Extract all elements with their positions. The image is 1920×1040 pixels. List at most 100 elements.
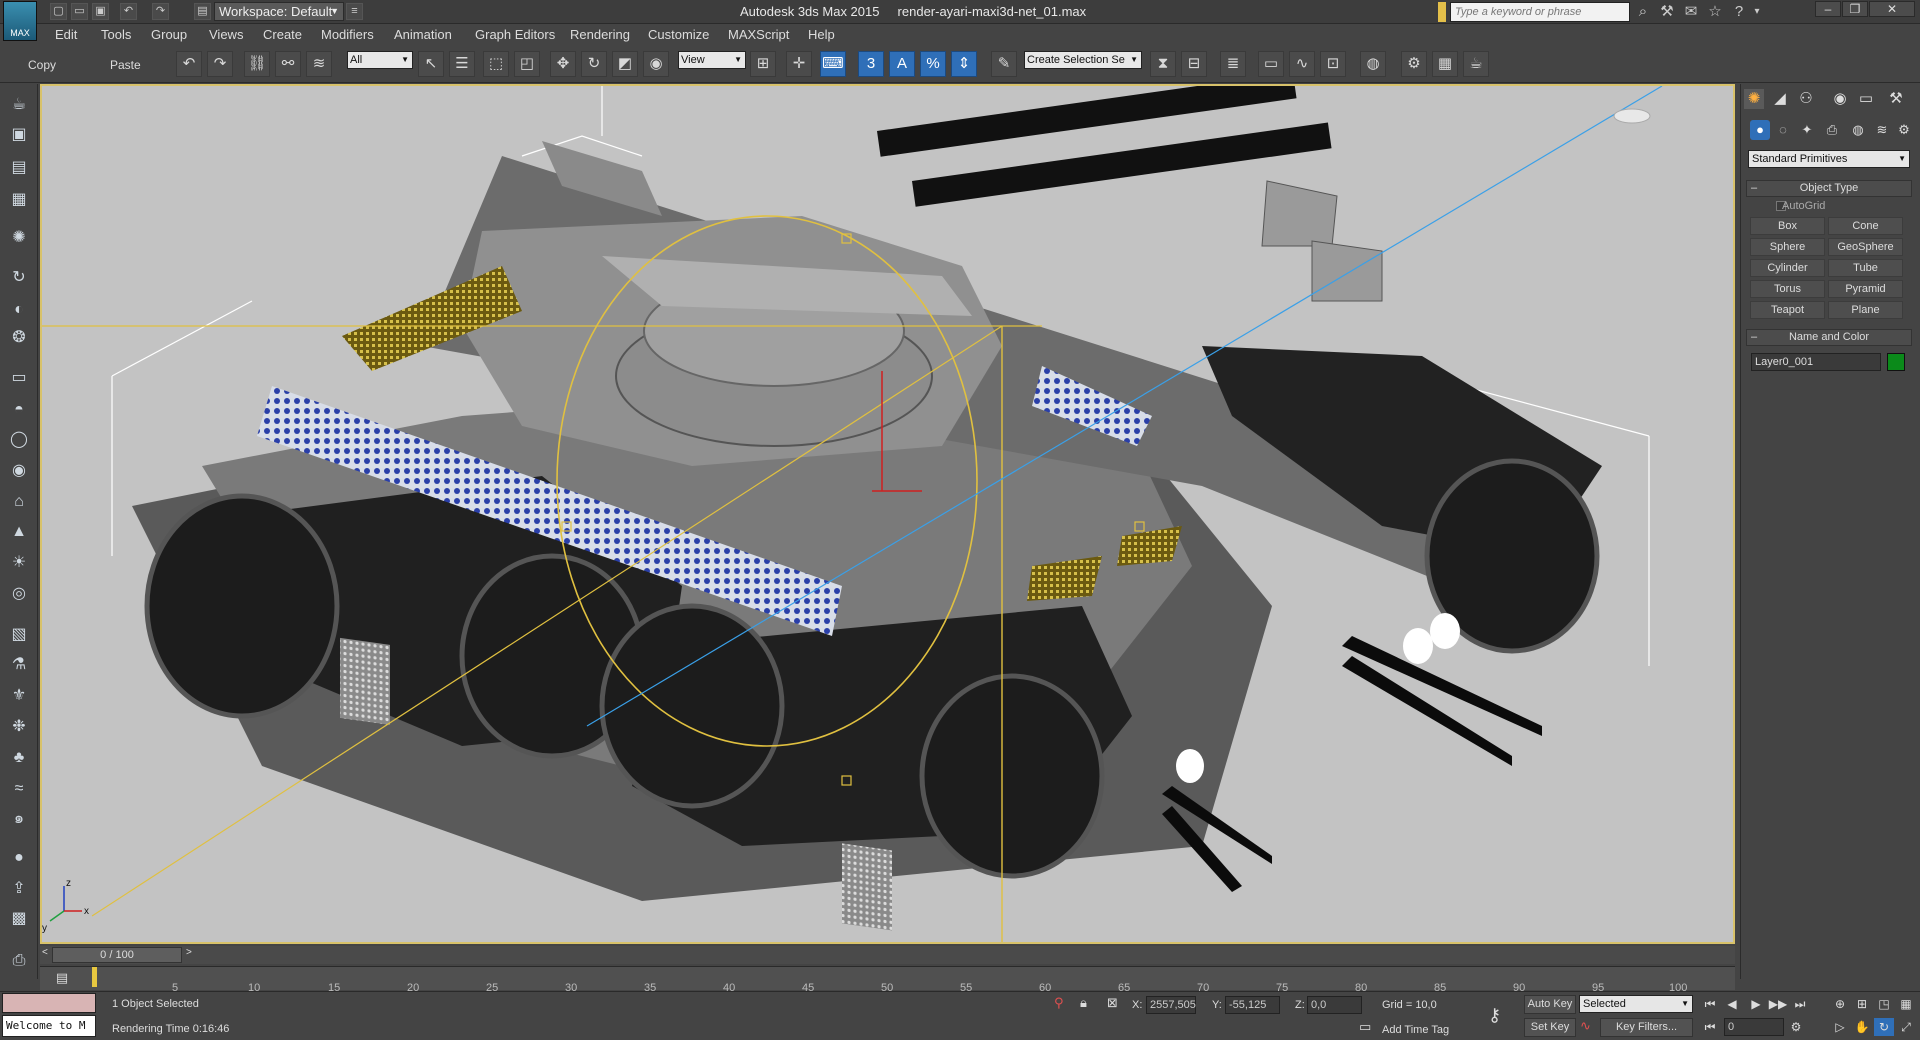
y-coord-field[interactable]: -55,125	[1225, 996, 1280, 1014]
maxscript-listener-input[interactable]	[2, 993, 96, 1013]
light-bulb-icon[interactable]: ✺	[5, 225, 33, 251]
lights-icon[interactable]: ✦	[1797, 120, 1817, 140]
key-icon[interactable]: ⚷	[1488, 1005, 1501, 1026]
pivot-center-icon[interactable]: ⊞	[750, 51, 776, 77]
percent-snap-toggle-button[interactable]: %	[920, 51, 946, 77]
project-folder-icon[interactable]: ▤	[194, 3, 211, 20]
cone-icon[interactable]: ▲	[5, 519, 33, 545]
render-setup-icon[interactable]: ⚙	[1401, 51, 1427, 77]
layer-manager-icon[interactable]: ≣	[1220, 51, 1246, 77]
viewcube[interactable]	[1613, 108, 1651, 124]
time-configuration-icon[interactable]: ⚙	[1786, 1018, 1806, 1036]
unlink-icon[interactable]: ⚯	[275, 51, 301, 77]
keyboard-shortcut-override-icon[interactable]: ⌨	[820, 51, 846, 77]
zoom-extents-all-icon[interactable]: ▦	[1896, 995, 1916, 1013]
rendered-frame-window-icon[interactable]: ▦	[1432, 51, 1458, 77]
search-icon[interactable]: ⌕	[1632, 3, 1654, 21]
cloth-icon[interactable]: ▧	[5, 622, 33, 648]
set-key-curve-icon[interactable]: ∿	[1580, 1018, 1591, 1034]
select-manipulate-icon[interactable]: ✛	[786, 51, 812, 77]
menu-graph-editors[interactable]: Graph Editors	[475, 27, 555, 42]
menu-edit[interactable]: Edit	[55, 27, 77, 42]
time-slider-thumb[interactable]: 0 / 100	[52, 947, 182, 963]
box-button[interactable]: Box	[1750, 217, 1825, 235]
pan-view-icon[interactable]: ✋	[1852, 1018, 1872, 1036]
helpers-icon[interactable]: ◍	[1848, 120, 1868, 140]
current-frame-field[interactable]: 0	[1724, 1018, 1784, 1036]
particle-flow-icon[interactable]: ❂	[5, 325, 33, 351]
rectangular-selection-icon[interactable]: ⬚	[483, 51, 509, 77]
object-type-rollout-header[interactable]: – Object Type	[1746, 180, 1912, 197]
key-mode-dropdown[interactable]: Selected ▼	[1579, 995, 1693, 1013]
place-icon[interactable]: ◉	[643, 51, 669, 77]
menu-maxscript[interactable]: MAXScript	[728, 27, 789, 42]
create-tab-icon[interactable]: ✺	[1744, 89, 1764, 109]
key-mode-toggle-icon[interactable]: ⏮	[1700, 1018, 1720, 1036]
next-frame-icon[interactable]: ▶▶	[1768, 995, 1788, 1013]
display-tab-icon[interactable]: ▭	[1856, 89, 1876, 109]
cameras-icon[interactable]: ⎙	[1822, 120, 1842, 140]
field-of-view-icon[interactable]: ▷	[1830, 1018, 1850, 1036]
z-coord-field[interactable]: 0,0	[1307, 996, 1362, 1014]
schematic-view-icon[interactable]: ⊡	[1320, 51, 1346, 77]
bind-space-warp-icon[interactable]: ≋	[306, 51, 332, 77]
window-crossing-icon[interactable]: ◰	[514, 51, 540, 77]
object-name-field[interactable]: Layer0_001	[1751, 353, 1881, 371]
shapes-icon[interactable]: ◌	[1773, 120, 1793, 140]
hair-fur-icon[interactable]: ≈	[5, 776, 33, 802]
go-to-start-icon[interactable]: ⏮	[1700, 995, 1720, 1013]
selection-lock-icon[interactable]: 🔒︎	[1080, 995, 1087, 1011]
menu-create[interactable]: Create	[263, 27, 302, 42]
set-key-button[interactable]: Set Key	[1524, 1018, 1576, 1037]
material-editor-icon[interactable]: ◍	[1360, 51, 1386, 77]
app-logo-button[interactable]: MAX	[3, 1, 37, 41]
open-file-icon[interactable]: ▭	[71, 3, 88, 20]
teapot-icon[interactable]: ☕	[5, 92, 33, 118]
play-icon[interactable]: ▶	[1746, 995, 1766, 1013]
zoom-extents-icon[interactable]: ◳	[1874, 995, 1894, 1013]
paste-button[interactable]: Paste	[110, 58, 141, 72]
selection-filter-dropdown[interactable]: All ▼	[347, 51, 413, 69]
cylinder-button[interactable]: Cylinder	[1750, 259, 1825, 277]
render-frame-icon[interactable]: ▣	[5, 122, 33, 148]
named-selection-dropdown[interactable]: Create Selection Se ▼	[1024, 51, 1142, 69]
torus-button[interactable]: Torus	[1750, 280, 1825, 298]
pyramid-button[interactable]: Pyramid	[1828, 280, 1903, 298]
workspace-menu-icon[interactable]: ≡	[346, 3, 363, 20]
geosphere-icon[interactable]: ❉	[5, 714, 33, 740]
subscription-icon[interactable]: ⚒	[1656, 3, 1678, 21]
maximize-button[interactable]: ❐	[1842, 1, 1868, 17]
sphere-button[interactable]: Sphere	[1750, 238, 1825, 256]
utilities-tab-icon[interactable]: ⚒	[1886, 89, 1906, 109]
help-dropdown-icon[interactable]: ▾	[1746, 3, 1768, 21]
menu-customize[interactable]: Customize	[648, 27, 709, 42]
hemisphere-icon[interactable]: ◓	[5, 397, 33, 423]
dynamics-icon[interactable]: ⚗	[5, 652, 33, 678]
align-icon[interactable]: ⊟	[1181, 51, 1207, 77]
curve-editor-mini-icon[interactable]: ▤	[52, 970, 72, 986]
torus-icon[interactable]: ◎	[5, 581, 33, 607]
go-to-end-icon[interactable]: ⏭	[1790, 995, 1810, 1013]
isolate-selection-icon[interactable]: ⚲	[1054, 995, 1064, 1011]
x-coord-field[interactable]: 2557,505	[1146, 996, 1196, 1014]
select-object-icon[interactable]: ↖	[418, 51, 444, 77]
systems-icon[interactable]: ⚙	[1894, 120, 1914, 140]
menu-help[interactable]: Help	[808, 27, 835, 42]
tank-model[interactable]	[132, 86, 1602, 931]
close-button[interactable]: ✕	[1869, 1, 1915, 17]
absolute-mode-icon[interactable]: ⊠	[1107, 995, 1118, 1011]
primitive-type-dropdown[interactable]: Standard Primitives ▼	[1748, 150, 1910, 168]
graphite-ribbon-icon[interactable]: ▭	[1258, 51, 1284, 77]
select-link-icon[interactable]: ⛓	[244, 51, 270, 77]
tube-button[interactable]: Tube	[1828, 259, 1903, 277]
export-icon[interactable]: ⇪	[5, 876, 33, 902]
workspace-dropdown[interactable]: Workspace: Default ▼	[214, 2, 344, 21]
name-color-rollout-header[interactable]: – Name and Color	[1746, 329, 1912, 346]
sphere-icon[interactable]: ◯	[5, 427, 33, 453]
render-production-icon[interactable]: ☕	[1463, 51, 1489, 77]
time-slider-next-icon[interactable]: >	[186, 947, 192, 958]
shell-icon[interactable]: ๑	[5, 806, 33, 832]
undo-icon[interactable]: ↶	[120, 3, 137, 20]
time-slider-prev-icon[interactable]: <	[42, 947, 48, 958]
hierarchy-tab-icon[interactable]: ⚇	[1796, 89, 1816, 109]
